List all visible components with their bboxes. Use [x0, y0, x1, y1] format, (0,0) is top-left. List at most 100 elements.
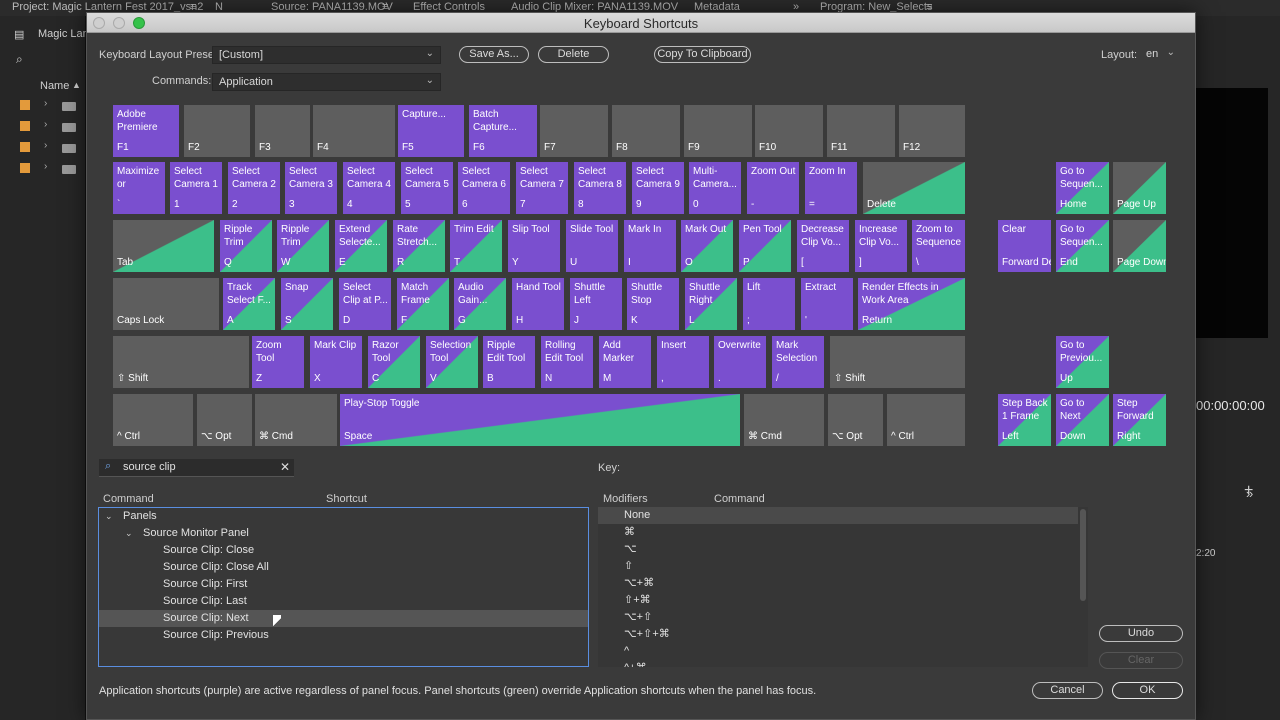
- keyboard-key[interactable]: Multi-Camera... 0: [689, 162, 741, 214]
- keyboard-key[interactable]: Zoom Tool Z: [252, 336, 304, 388]
- keyboard-key[interactable]: Capture... F5: [398, 105, 464, 157]
- keyboard-key[interactable]: Select Camera 2 2: [228, 162, 280, 214]
- keyboard-key[interactable]: Snap S: [281, 278, 333, 330]
- tree-row[interactable]: ⌄ Panels: [99, 508, 588, 525]
- keyboard-key[interactable]: Select Camera 9 9: [632, 162, 684, 214]
- modifier-row[interactable]: ⌥+⇧: [598, 609, 1078, 626]
- keyboard-key[interactable]: ⌥ Opt: [197, 394, 252, 446]
- tree-row[interactable]: ⌄ Source Monitor Panel: [99, 525, 588, 542]
- keyboard-key[interactable]: Clear Forward Delete: [998, 220, 1051, 272]
- keyboard-key[interactable]: Mark In I: [624, 220, 676, 272]
- clear-search-icon[interactable]: ✕: [280, 460, 290, 474]
- keyboard-key[interactable]: ⌘ Cmd: [744, 394, 824, 446]
- layout-select[interactable]: en ⌄: [1140, 46, 1181, 64]
- keyboard-key[interactable]: Go to Previou... Up: [1056, 336, 1109, 388]
- keyboard-key[interactable]: Audio Gain... G: [454, 278, 506, 330]
- keyboard-key[interactable]: Select Camera 1 1: [170, 162, 222, 214]
- keyboard-key[interactable]: Slide Tool U: [566, 220, 618, 272]
- modifier-row[interactable]: ⌥: [598, 541, 1078, 558]
- keyboard-key[interactable]: Page Up: [1113, 162, 1166, 214]
- chevron-down-icon[interactable]: ⌄: [105, 508, 113, 525]
- keyboard-key[interactable]: Mark Clip X: [310, 336, 362, 388]
- keyboard-key[interactable]: Select Camera 8 8: [574, 162, 626, 214]
- keyboard-key[interactable]: Hand Tool H: [512, 278, 564, 330]
- keyboard-key[interactable]: Match Frame F: [397, 278, 449, 330]
- chevron-right-icon[interactable]: ›: [44, 98, 47, 109]
- keyboard-key[interactable]: Decrease Clip Vo... [: [797, 220, 849, 272]
- keyboard-key[interactable]: F3: [255, 105, 310, 157]
- keyboard-key[interactable]: Batch Capture... F6: [469, 105, 537, 157]
- cancel-button[interactable]: Cancel: [1032, 682, 1103, 699]
- keyboard-key[interactable]: Maximize or `: [113, 162, 165, 214]
- keyboard-key[interactable]: Extend Selecte... E: [335, 220, 387, 272]
- keyboard-key[interactable]: Pen Tool P: [739, 220, 791, 272]
- keyboard-key[interactable]: Rate Stretch... R: [393, 220, 445, 272]
- keyboard-key[interactable]: Trim Edit T: [450, 220, 502, 272]
- keyboard-key[interactable]: Shuttle Left J: [570, 278, 622, 330]
- keyboard-key[interactable]: ^ Ctrl: [113, 394, 193, 446]
- keyboard-key[interactable]: Select Camera 4 4: [343, 162, 395, 214]
- modifier-row[interactable]: ⌥+⇧+⌘: [598, 626, 1078, 643]
- delete-preset-button[interactable]: Delete: [538, 46, 609, 63]
- keyboard-key[interactable]: Mark Out O: [681, 220, 733, 272]
- name-column-header[interactable]: Name: [40, 80, 69, 92]
- keyboard-key[interactable]: Extract ': [801, 278, 853, 330]
- keyboard-key[interactable]: ^ Ctrl: [887, 394, 965, 446]
- keyboard-key[interactable]: F12: [899, 105, 965, 157]
- copy-to-clipboard-button[interactable]: Copy To Clipboard: [654, 46, 751, 63]
- keyboard-key[interactable]: Add Marker M: [599, 336, 651, 388]
- tree-row[interactable]: Source Clip: Previous: [99, 627, 588, 644]
- add-icon[interactable]: +: [1244, 482, 1253, 500]
- keyboard-key[interactable]: ⌘ Cmd: [255, 394, 337, 446]
- tree-row[interactable]: Source Clip: Close: [99, 542, 588, 559]
- keyboard-key[interactable]: Track Select F... A: [223, 278, 275, 330]
- keyboard-key[interactable]: ⇧ Shift: [830, 336, 965, 388]
- keyboard-key[interactable]: Go to Next Down: [1056, 394, 1109, 446]
- ok-button[interactable]: OK: [1112, 682, 1183, 699]
- chevron-right-icon[interactable]: ›: [44, 140, 47, 151]
- keyboard-key[interactable]: Go to Sequen... Home: [1056, 162, 1109, 214]
- keyboard-key[interactable]: Render Effects in Work Area Return: [858, 278, 965, 330]
- tree-row[interactable]: Source Clip: Last: [99, 593, 588, 610]
- keyboard-key[interactable]: Ripple Edit Tool B: [483, 336, 535, 388]
- keyboard-key[interactable]: Increase Clip Vo...]: [855, 220, 907, 272]
- save-as-button[interactable]: Save As...: [459, 46, 529, 63]
- keyboard-key[interactable]: Play-Stop Toggle Space: [340, 394, 740, 446]
- modifier-row[interactable]: ⇧: [598, 558, 1078, 575]
- chevron-down-icon[interactable]: ⌄: [125, 525, 133, 542]
- keyboard-key[interactable]: Select Camera 6 6: [458, 162, 510, 214]
- keyboard-key[interactable]: F11: [827, 105, 895, 157]
- modifier-row[interactable]: None: [598, 507, 1078, 524]
- modifier-row[interactable]: ⌥+⌘: [598, 575, 1078, 592]
- keyboard-key[interactable]: Shuttle Stop K: [627, 278, 679, 330]
- tree-row[interactable]: Source Clip: First: [99, 576, 588, 593]
- modifier-row[interactable]: ⇧+⌘: [598, 592, 1078, 609]
- keyboard-key[interactable]: F10: [755, 105, 823, 157]
- clear-button[interactable]: Clear: [1099, 652, 1183, 669]
- keyboard-key[interactable]: ⇧ Shift: [113, 336, 249, 388]
- keyboard-key[interactable]: Razor Tool C: [368, 336, 420, 388]
- keyboard-key[interactable]: Lift;: [743, 278, 795, 330]
- keyboard-key[interactable]: F7: [540, 105, 608, 157]
- keyboard-key[interactable]: Zoom to Sequence \: [912, 220, 965, 272]
- keyboard-key[interactable]: Slip Tool Y: [508, 220, 560, 272]
- keyboard-key[interactable]: F4: [313, 105, 395, 157]
- keyboard-key[interactable]: Select Camera 5 5: [401, 162, 453, 214]
- keyboard-key[interactable]: F9: [684, 105, 752, 157]
- tree-row[interactable]: Source Clip: Close All: [99, 559, 588, 576]
- keyboard-key[interactable]: Shuttle Right L: [685, 278, 737, 330]
- keyboard-key[interactable]: Page Down: [1113, 220, 1166, 272]
- keyboard-key[interactable]: Select Camera 3 3: [285, 162, 337, 214]
- tree-row[interactable]: Source Clip: Next: [99, 610, 588, 627]
- keyboard-key[interactable]: Adobe Premiere F1: [113, 105, 179, 157]
- modifiers-scrollbar[interactable]: [1080, 509, 1086, 601]
- keyboard-key[interactable]: Overwrite.: [714, 336, 766, 388]
- search-input[interactable]: source clip: [123, 461, 176, 473]
- keyboard-key[interactable]: F8: [612, 105, 680, 157]
- sort-chevron-icon[interactable]: ▲: [72, 80, 81, 90]
- preset-select[interactable]: [Custom] ⌄: [212, 46, 441, 64]
- modifier-row[interactable]: ^: [598, 643, 1078, 660]
- modifier-row[interactable]: ^+⌘: [598, 660, 1078, 667]
- search-field[interactable]: ⌕ source clip ✕: [99, 459, 294, 477]
- keyboard-key[interactable]: Select Camera 7 7: [516, 162, 568, 214]
